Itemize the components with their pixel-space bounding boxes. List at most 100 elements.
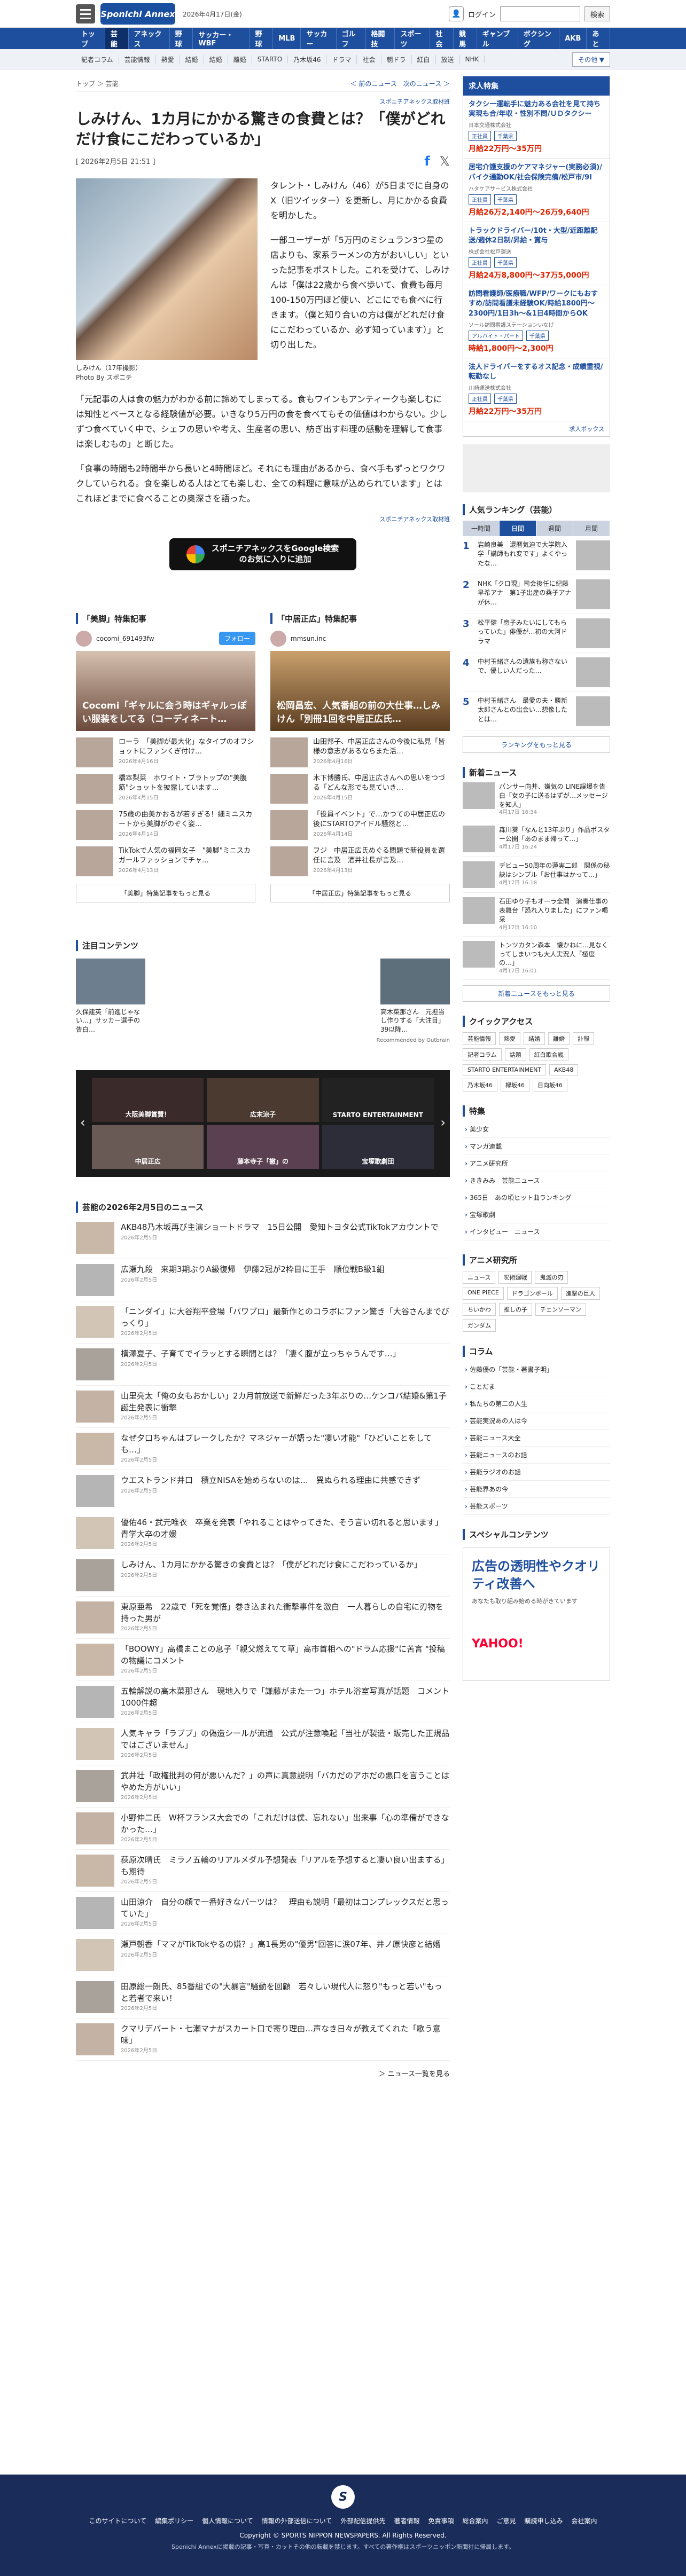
news-item[interactable]: 田原総一朗氏、85番組での"大暴言"騒動を回顧 若々しい現代人に怒り"もっと若い…	[76, 1976, 450, 2019]
quick-link[interactable]: 話題	[504, 1048, 526, 1062]
ranking-item[interactable]: 3 松平健「息子みたいにしてもらっていた」俳優が…初の大河ドラマ	[463, 614, 610, 654]
follow-button[interactable]: フォロー	[219, 632, 255, 646]
subnav-item[interactable]: 社会	[357, 54, 381, 64]
google-favorite-button[interactable]: スポニチアネックスをGoogle検索のお気に入りに追加	[169, 538, 356, 570]
credit-label[interactable]: スポニチアネックス取材班	[76, 515, 450, 523]
job-item[interactable]: 居宅介護支援のケアマネジャー(実務必須)/バイク通勤OK/社会保険完備/松戸市/…	[463, 159, 610, 222]
carousel-prev-icon[interactable]: ‹	[80, 1115, 85, 1130]
subnav-item[interactable]: ドラマ	[326, 54, 357, 64]
news-item[interactable]: 荻原次晴氏 ミラノ五輪のリアルメダル予想発表「リアルを予想すると凄い良い出まする…	[76, 1850, 450, 1892]
feature-main-card[interactable]: Cocomi「ギャルに会う時はギャルっぽい服装をしてる（コーディネート…	[76, 650, 255, 731]
feature-item[interactable]: 橋本梨菜 ホワイト・ブラトップの"美腹筋"ショットを披露しています… 2026年4…	[76, 773, 255, 804]
job-item[interactable]: タクシー運転手に魅力ある会社を見て持ち実現も合/年収・性別不問/ＵＤタクシー 日本…	[463, 96, 610, 159]
news-item[interactable]: クマリデパート・七瀬マナがスカート口で寄り理由…声なき日々が教えてくれた「歌う意…	[76, 2019, 450, 2061]
footer-link[interactable]: 総合案内	[458, 2517, 492, 2525]
ranking-tab[interactable]: 月間	[573, 521, 610, 537]
quick-link[interactable]: 紅白歌合戦	[529, 1048, 568, 1062]
footer-link[interactable]: このサイトについて	[84, 2517, 151, 2525]
quick-link[interactable]: 結婚	[524, 1032, 545, 1046]
feature-item[interactable]: 75歳の由美かおるが若すぎる！細ミニスカートから美脚がのぞく姿… 2026年4月1…	[76, 810, 255, 840]
news-item[interactable]: 優佑46・武元唯衣 卒業を発表「やれることはやってきた、そう言い切れると思います…	[76, 1512, 450, 1554]
news-item[interactable]: 山里亮太「俺の女もおかしい」2カ月前放送で新鮮だった3年ぶりの…ケンコバ結婚&第…	[76, 1386, 450, 1428]
subnav-item[interactable]: 離婚	[228, 54, 252, 64]
nav-item[interactable]: サッカー・WBF	[193, 28, 250, 49]
nav-item[interactable]: AKB	[559, 28, 587, 49]
subnav-item[interactable]: 記者コラム	[76, 54, 119, 64]
news-item[interactable]: 山田涼介 自分の顔で一番好きなパーツは？ 理由も説明「最初はコンプレックスだと思…	[76, 1892, 450, 1934]
feature-link[interactable]: アニメ研究所	[463, 1155, 610, 1173]
credit-label[interactable]: スポニチアネックス取材班	[76, 97, 450, 106]
column-link[interactable]: 芸能ニュース大全	[463, 1430, 610, 1447]
quick-link[interactable]: 芸能情報	[463, 1032, 496, 1046]
ad-banner[interactable]: 広告の透明性やクオリティ改善へ あなたも取り組み始める時がきています YAHOO…	[463, 1548, 610, 1682]
quick-link[interactable]: 熱愛	[499, 1032, 520, 1046]
x-icon[interactable]: 𝕏	[440, 154, 450, 169]
next-news-link[interactable]: 次のニュース ＞	[403, 80, 450, 88]
attention-card[interactable]	[304, 958, 374, 1034]
subnav-item[interactable]: NHK	[460, 56, 485, 63]
nav-item[interactable]: 野球	[250, 28, 274, 49]
quick-link[interactable]: STARTO ENTERTAINMENT	[463, 1064, 547, 1076]
subnav-more-button[interactable]: その他 ▼	[572, 52, 610, 67]
news-item[interactable]: 横澤夏子、子育てでイラッとする瞬間とは？「凄く腹が立っちゃうんです…」 2026年…	[76, 1344, 450, 1386]
nav-item[interactable]: 社会	[430, 28, 454, 49]
news-item[interactable]: AKB48乃木坂再び主演ショートドラマ 15日公開 愛知トヨタ公式TikTokア…	[76, 1217, 450, 1259]
attention-card[interactable]: 久保建英「前進じゃない…」サッカー選手の告白…	[76, 958, 145, 1034]
feature-item[interactable]: 木下博勝氏、中居正広さんへの思いをつづる「どんな形でも見ていき… 2026年4月1…	[270, 773, 450, 804]
carousel-tile[interactable]: 藤本寺子「撤」の	[207, 1125, 319, 1169]
anime-link[interactable]: ニュース	[463, 1271, 496, 1284]
feature-item[interactable]: フジ 中居正広氏めぐる問題で新役員を選任に言及 酒井社長が言及… 2026年4月1…	[270, 846, 450, 876]
anime-link[interactable]: 鬼滅の刃	[535, 1271, 568, 1284]
feature-more-button[interactable]: 「中居正広」特集記事をもっと見る	[270, 883, 450, 902]
anime-link[interactable]: ガンダム	[463, 1319, 496, 1332]
job-item[interactable]: 法人ドライバーをするオス記念・成績重視/転勤なし 川崎運送株式会社 正社員 千葉県 月給…	[463, 358, 610, 422]
ranking-item[interactable]: 5 中村玉緒さん 最愛の夫・勝新太郎さんとの出会い…想像したとは…	[463, 692, 610, 732]
nav-item[interactable]: MLB	[273, 28, 301, 49]
account-name[interactable]: mmsun.inc	[291, 635, 326, 642]
ranking-tab[interactable]: 一時間	[463, 521, 500, 537]
feature-item[interactable]: 「役員イベント」で…かつての中居正広の後にSTARTOアイドル騒然と… 2026年…	[270, 810, 450, 840]
feature-item[interactable]: ローラ 「美脚が最大化」なタイプのオフショットにファンくぎ付け… 2026年4月1…	[76, 737, 255, 767]
subnav-item[interactable]: 乃木坂46	[288, 54, 327, 64]
carousel-tile[interactable]: 広末涼子	[207, 1078, 319, 1122]
anime-link[interactable]: 進撃の巨人	[560, 1287, 600, 1300]
carousel-next-icon[interactable]: ›	[440, 1115, 446, 1130]
ranking-item[interactable]: 1 岩崎良美 還暦気迫で大学院入学「講師もれ変です」よくやったな…	[463, 536, 610, 576]
news-item[interactable]: しみけん、1カ月にかかる驚きの食費とは？「僕がどれだけ食にこだわっているか」 20…	[76, 1554, 450, 1597]
carousel-tile[interactable]: 中居正広	[92, 1125, 204, 1169]
nav-item[interactable]: ボクシング	[518, 28, 560, 49]
account-name[interactable]: cocomi_691493fw	[96, 635, 154, 642]
footer-link[interactable]: 著者情報	[389, 2517, 424, 2525]
subnav-item[interactable]: 放送	[436, 54, 460, 64]
facebook-icon[interactable]: f	[424, 154, 430, 169]
site-logo[interactable]: Sponichi Annex	[100, 3, 175, 25]
news-item[interactable]: 五輪解説の高木菜那さん 現地入りで「謙藤がまた一つ」ホテル浴室写真が話題 コメン…	[76, 1681, 450, 1723]
breadcrumb-path[interactable]: トップ ＞ 芸能	[76, 79, 119, 88]
column-link[interactable]: 芸能ニュースのお話	[463, 1447, 610, 1464]
news-item[interactable]: なぜ夕口ちゃんはブレークしたか？マネジャーが語った"凄い才能"「ひどいことをして…	[76, 1428, 450, 1470]
ad-banner[interactable]	[463, 444, 610, 493]
quick-link[interactable]: 離婚	[548, 1032, 570, 1046]
feature-link[interactable]: ききみみ 芸能ニュース	[463, 1172, 610, 1190]
footer-logo[interactable]: S	[331, 2485, 355, 2509]
anime-link[interactable]: ちいかわ	[463, 1303, 496, 1316]
subnav-item[interactable]: 朝ドラ	[381, 54, 412, 64]
new-article-item[interactable]: パンサー向井、嫌気の LINE誤爆を告白「女の子に送るはずが…メッセージを知人」…	[463, 778, 610, 822]
search-button[interactable]: 検索	[584, 6, 610, 21]
column-link[interactable]: 芸能ラジオのお話	[463, 1464, 610, 1481]
subnav-item[interactable]: 紅白	[412, 54, 436, 64]
carousel-tile[interactable]: STARTO ENTERTAINMENT	[322, 1078, 434, 1122]
ranking-more-button[interactable]: ランキングをもっと見る	[463, 736, 610, 753]
carousel-tile[interactable]: 大阪美脚賞賛！	[92, 1078, 204, 1122]
subnav-item[interactable]: 芸能情報	[119, 54, 156, 64]
search-input[interactable]	[500, 6, 580, 21]
column-link[interactable]: 佐藤優の「芸能・著書子明」	[463, 1361, 610, 1379]
prev-news-link[interactable]: ＜ 前のニュース	[350, 80, 397, 88]
job-item[interactable]: トラックドライバー/10t・大型/近距離配送/週休2日制/昇給・賞与 株式会社松戸…	[463, 222, 610, 286]
job-footer[interactable]: 求人ボックス	[463, 421, 610, 436]
subnav-item[interactable]: STARTO	[252, 56, 289, 63]
footer-link[interactable]: ご意見	[493, 2517, 520, 2525]
footer-link[interactable]: 個人情報について	[198, 2517, 258, 2525]
quick-link[interactable]: AKB48	[549, 1064, 579, 1076]
nav-item[interactable]: サッカー	[301, 28, 337, 49]
